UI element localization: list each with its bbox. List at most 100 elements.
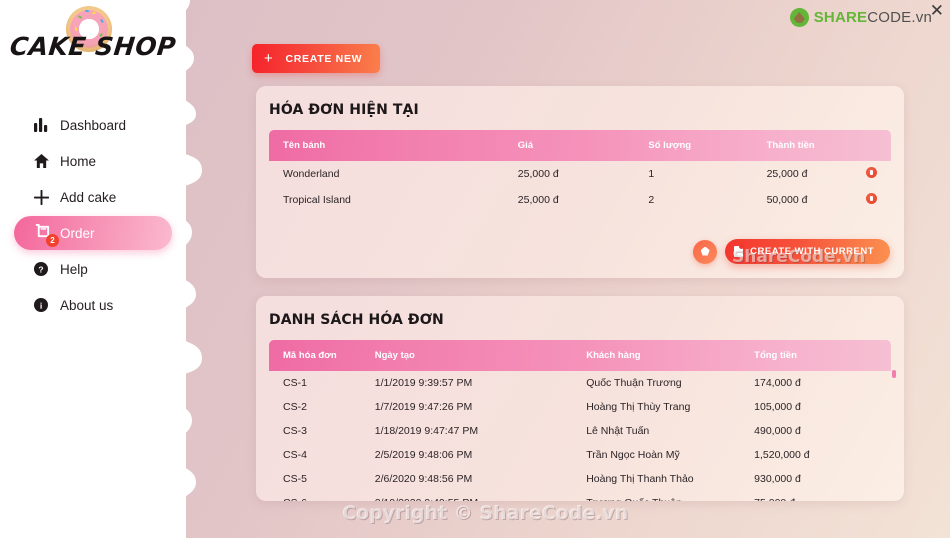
invoice-code: CS-6 [269,491,375,501]
invoice-date: 2/19/2020 9:49:55 PM [375,491,586,501]
question-circle-icon: ? [34,262,60,276]
table-row[interactable]: CS-5 2/6/2020 9:48:56 PM Hoàng Thị Thanh… [269,467,891,491]
copyright-watermark: Copyright © ShareCode.vn [342,502,629,524]
invoice-code: CS-1 [283,377,307,389]
invoice-list-header-row: Mã hóa đơn Ngày tạo Khách hàng Tổng tiền [269,340,891,371]
invoice-total: 930,000 đ [754,473,801,485]
column-header: Tổng tiền [754,350,797,361]
plus-icon [34,189,60,205]
column-header-actions [866,130,891,161]
sidebar-item-order[interactable]: 2 Order [14,216,172,250]
print-icon[interactable] [693,239,718,264]
invoice-code: CS-4 [283,449,307,461]
cake-qty: 1 [648,168,655,180]
invoice-customer: Lê Nhật Tuấn [586,425,650,437]
cake-qty: 2 [648,194,655,206]
invoice-list-title: DANH SÁCH HÓA ĐƠN [269,312,444,328]
home-icon [34,154,60,168]
invoice-customer: Hoàng Thị Thùy Trang [586,401,691,413]
column-header: Giá [517,140,534,151]
invoice-code: CS-5 [283,473,307,485]
column-header: Khách hàng [586,350,641,361]
column-header: Tên bánh [283,140,326,151]
cake-name: Wonderland [283,168,340,180]
close-icon[interactable]: ✕ [930,2,944,19]
create-with-current-button[interactable]: CREATE WITH CURRENT [725,239,890,264]
invoice-customer: Trần Ngọc Hoàn Mỹ [586,449,680,461]
sidebar-item-label: Dashboard [60,117,127,133]
table-row[interactable]: CS-6 2/19/2020 9:49:55 PM Trương Quốc Th… [269,491,891,501]
column-header: Số lượng [648,140,692,151]
invoice-date: 1/1/2019 9:39:57 PM [374,377,473,389]
invoice-total: 174,000 đ [754,377,801,389]
current-invoice-table: Tên bánh Giá Số lượng Thành tiền Wonderl… [269,130,891,213]
invoice-customer: Quốc Thuận Trương [586,377,682,389]
table-row[interactable]: CS-2 1/7/2019 9:47:26 PM Hoàng Thị Thùy … [269,395,891,419]
invoice-date: 1/18/2019 9:47:47 PM [374,425,479,437]
main-content: SHARECODE.vn ✕ + CREATE NEW HÓA ĐƠN HIỆN… [180,0,950,538]
column-header: Thành tiền [766,140,815,151]
invoice-total: 1,520,000 đ [754,449,810,461]
cake-shop-order-page: CAKE SHOP Dashboard Home Add cake 2 Orde… [0,0,950,538]
create-new-label: CREATE NEW [285,52,363,65]
invoice-date: 2/5/2019 9:48:06 PM [374,449,473,461]
delete-icon[interactable] [866,167,878,178]
cake-name: Tropical Island [283,194,351,206]
invoice-code: CS-3 [283,425,307,437]
column-header: Mã hóa đơn [283,350,337,361]
sidebar-item-dashboard[interactable]: Dashboard [14,108,172,142]
table-row[interactable]: CS-4 2/5/2019 9:48:06 PM Trần Ngọc Hoàn … [269,443,891,467]
cake-total: 25,000 đ [766,168,808,180]
current-invoice-actions: CREATE WITH CURRENT [693,239,890,264]
invoice-customer: Trương Quốc Thuận [586,491,754,501]
brand-logo: CAKE SHOP [0,0,186,86]
invoice-total: 75,000 đ [754,491,891,501]
column-header: Ngày tạo [374,350,415,361]
sidebar-item-help[interactable]: ? Help [14,252,172,286]
table-row[interactable]: Tropical Island 25,000 đ 2 50,000 đ [269,187,891,213]
sharecode-leaf-icon [789,8,809,27]
sidebar-item-home[interactable]: Home [14,144,172,178]
invoice-total: 105,000 đ [754,401,801,413]
sidebar-item-label: About us [60,297,114,313]
current-invoice-card: HÓA ĐƠN HIỆN TẠI Tên bánh Giá Số lượng T… [256,86,904,278]
table-row[interactable]: Wonderland 25,000 đ 1 25,000 đ [269,161,891,187]
sidebar-item-label: Home [60,153,97,169]
table-row[interactable]: CS-3 1/18/2019 9:47:47 PM Lê Nhật Tuấn 4… [269,419,891,443]
sidebar-item-label: Add cake [60,189,117,205]
current-invoice-header-row: Tên bánh Giá Số lượng Thành tiền [269,130,891,161]
sidebar-nav: Dashboard Home Add cake 2 Order ? Help i… [0,108,186,322]
sidebar: CAKE SHOP Dashboard Home Add cake 2 Orde… [0,0,186,538]
invoice-total: 490,000 đ [754,425,801,437]
sharecode-watermark-logo: SHARECODE.vn [789,8,932,27]
invoice-customer: Hoàng Thị Thanh Thảo [586,473,694,485]
svg-text:?: ? [38,264,43,274]
sidebar-item-label: Order [60,225,95,241]
cake-price: 25,000 đ [517,168,559,180]
cake-price: 25,000 đ [517,194,559,206]
cart-icon: 2 [34,223,60,247]
invoice-list-table-wrap: Mã hóa đơn Ngày tạo Khách hàng Tổng tiền… [269,340,891,501]
document-icon [734,244,745,257]
sharecode-logo-code: CODE [867,9,912,26]
invoice-list-table: Mã hóa đơn Ngày tạo Khách hàng Tổng tiền… [269,340,891,501]
current-invoice-title: HÓA ĐƠN HIỆN TẠI [269,102,419,118]
invoice-list-card: DANH SÁCH HÓA ĐƠN Mã hóa đơn Ngày tạo Kh… [256,296,904,501]
bar-chart-icon [34,118,60,132]
delete-icon[interactable] [866,193,878,204]
sidebar-item-add-cake[interactable]: Add cake [14,180,172,214]
table-row[interactable]: CS-1 1/1/2019 9:39:57 PM Quốc Thuận Trươ… [269,371,891,395]
sidebar-item-label: Help [60,261,88,277]
order-badge-count: 2 [46,234,59,247]
info-circle-icon: i [34,298,60,312]
create-with-current-label: CREATE WITH CURRENT [750,246,874,257]
brand-name: CAKE SHOP [8,32,178,61]
sidebar-item-about-us[interactable]: i About us [14,288,172,322]
invoice-date: 2/6/2020 9:48:56 PM [374,473,473,485]
invoice-date: 1/7/2019 9:47:26 PM [374,401,473,413]
scrollbar-thumb[interactable] [892,370,896,378]
create-new-button[interactable]: + CREATE NEW [252,44,381,73]
cake-total: 50,000 đ [766,194,808,206]
plus-icon: + [264,50,274,67]
current-invoice-table-wrap: Tên bánh Giá Số lượng Thành tiền Wonderl… [269,130,891,213]
